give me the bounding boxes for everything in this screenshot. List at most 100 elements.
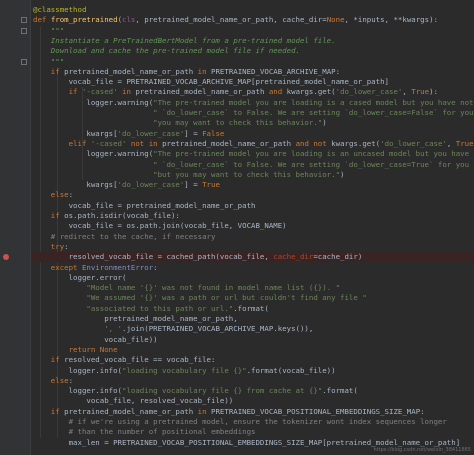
fold-toggle-icon[interactable] bbox=[21, 27, 27, 34]
code-line[interactable]: logger.warning("The pre-trained model yo… bbox=[33, 98, 474, 108]
code-line[interactable]: ', '.join(PRETRAINED_VOCAB_ARCHIVE_MAP.k… bbox=[33, 324, 313, 334]
code-token: "The pre-trained model you are loading i… bbox=[153, 149, 474, 159]
code-line[interactable]: else: bbox=[33, 376, 73, 386]
code-line[interactable]: except EnvironmentError: bbox=[33, 263, 158, 273]
code-token: Instantiate a PreTrainedBertModel from a… bbox=[33, 35, 336, 45]
code-token: pretrained_model_name_or_path bbox=[64, 66, 198, 76]
code-token: resolved_vocab_file == vocab_file: bbox=[64, 355, 216, 365]
code-token: pretrained_model_name_or_path, bbox=[33, 314, 238, 323]
code-token: logger.info( bbox=[33, 386, 122, 396]
code-line[interactable]: "you may want to check this behavior.") bbox=[33, 118, 327, 128]
code-token: os.path.isdir(vocab_file): bbox=[64, 211, 180, 220]
code-line[interactable]: vocab_file, resolved_vocab_file)) bbox=[33, 396, 233, 406]
code-token: ] = bbox=[184, 128, 203, 138]
code-line[interactable]: "but you may want to check this behavior… bbox=[33, 170, 344, 180]
code-line[interactable]: """ bbox=[33, 26, 64, 36]
code-line[interactable]: return None bbox=[33, 345, 118, 355]
code-line[interactable]: """ bbox=[33, 57, 64, 67]
fold-toggle-icon[interactable] bbox=[21, 17, 27, 24]
code-token: # if we're using a pretrained model, ens… bbox=[33, 417, 447, 426]
code-token: vocab_file = os.path.join(vocab_file, VO… bbox=[33, 221, 287, 231]
code-token: .format( bbox=[322, 386, 358, 396]
code-token: "but you may want to check this behavior… bbox=[33, 169, 341, 179]
code-line[interactable]: "We assumed '{}' was a path or url but c… bbox=[33, 293, 367, 303]
code-line[interactable]: elif '-cased' not in pretrained_model_na… bbox=[33, 139, 474, 149]
code-line[interactable]: Download and cache the pre-trained model… bbox=[33, 46, 300, 56]
code-line[interactable]: @classmethod bbox=[33, 5, 86, 15]
code-line[interactable]: if os.path.isdir(vocab_file): bbox=[33, 211, 180, 221]
code-token: "loading vocabulary file {} from cache a… bbox=[122, 386, 323, 396]
code-line[interactable]: if pretrained_model_name_or_path in PRET… bbox=[33, 407, 425, 417]
code-line[interactable]: # than the number of positional embeddin… bbox=[33, 427, 256, 437]
code-token: kwargs[ bbox=[33, 128, 118, 138]
code-line[interactable]: logger.warning("The pre-trained model yo… bbox=[33, 149, 474, 159]
code-token: in bbox=[122, 87, 136, 97]
code-token: "Model name '{}' was not found in model … bbox=[33, 283, 341, 293]
code-token: @classmethod bbox=[33, 5, 87, 14]
code-token: , pretrained_model_name_or_path, cache_d… bbox=[135, 15, 327, 25]
code-token: not in bbox=[130, 138, 163, 148]
code-line[interactable]: logger.error( bbox=[33, 273, 127, 283]
code-token: "We assumed '{}' was a path or url but c… bbox=[33, 293, 367, 303]
code-token: """ bbox=[33, 25, 65, 35]
code-token: except bbox=[33, 262, 82, 272]
code-line[interactable]: kwargs['do_lower_case'] = True bbox=[33, 180, 220, 190]
watermark-text: https://blog.csdn.net/weixin_38411865 bbox=[373, 447, 471, 453]
code-line[interactable]: " `do_lower_case` to False. We are setti… bbox=[33, 160, 474, 170]
code-token: , *inputs, **kwargs): bbox=[344, 15, 438, 25]
code-line[interactable]: logger.info("loading vocabulary file {}"… bbox=[33, 366, 336, 376]
code-line[interactable]: logger.info("loading vocabulary file {} … bbox=[33, 386, 358, 396]
code-token: # redirect to the cache, if necessary bbox=[33, 231, 216, 241]
code-line[interactable]: if '-cased' in pretrained_model_name_or_… bbox=[33, 87, 438, 97]
code-line-breakpoint[interactable]: resolved_vocab_file = cached_path(vocab_… bbox=[31, 252, 474, 263]
code-token: , bbox=[446, 138, 456, 148]
code-line[interactable]: def from_pretrained(cls, pretrained_mode… bbox=[33, 15, 438, 25]
code-token: vocab_file, resolved_vocab_file)) bbox=[33, 396, 234, 406]
line-gutter[interactable] bbox=[0, 0, 30, 455]
code-token: .join(PRETRAINED_VOCAB_ARCHIVE_MAP.keys(… bbox=[122, 324, 314, 334]
gutter-separator bbox=[30, 0, 31, 455]
code-token: '-cased' bbox=[81, 87, 122, 97]
code-line[interactable]: kwargs['do_lower_case'] = False bbox=[33, 129, 224, 139]
code-token: if bbox=[33, 66, 65, 76]
code-line[interactable]: Instantiate a PreTrainedBertModel from a… bbox=[33, 36, 336, 46]
code-editor[interactable]: @classmethod def from_pretrained(cls, pre… bbox=[0, 0, 474, 455]
code-line[interactable]: if pretrained_model_name_or_path in PRET… bbox=[33, 67, 340, 77]
code-line[interactable]: if resolved_vocab_file == vocab_file: bbox=[33, 355, 216, 365]
code-token: pretrained_model_name_or_path bbox=[64, 406, 198, 416]
code-token: ] = bbox=[184, 180, 203, 190]
code-token: ): bbox=[429, 87, 438, 97]
code-line[interactable]: vocab_file = PRETRAINED_VOCAB_ARCHIVE_MA… bbox=[33, 77, 389, 87]
code-line[interactable]: # if we're using a pretrained model, ens… bbox=[33, 417, 447, 427]
code-token: 'do_lower_case' bbox=[380, 138, 447, 148]
code-token: : bbox=[68, 375, 74, 385]
code-token: try bbox=[33, 241, 65, 251]
code-token: EnvironmentError bbox=[81, 262, 154, 272]
code-token: , bbox=[402, 87, 412, 97]
code-token: "you may want to check this behavior." bbox=[33, 118, 323, 128]
code-token: logger.warning( bbox=[33, 149, 154, 159]
code-line[interactable]: "associated to this path or url.".format… bbox=[33, 303, 268, 314]
code-line[interactable]: else: bbox=[33, 190, 73, 200]
code-line[interactable]: vocab_file)) bbox=[33, 335, 157, 345]
fold-toggle-icon[interactable] bbox=[21, 58, 27, 65]
code-line[interactable]: try: bbox=[33, 242, 69, 252]
code-token: PRETRAINED_VOCAB_POSITIONAL_EMBEDDINGS_S… bbox=[211, 406, 425, 416]
code-token: logger.warning( bbox=[33, 97, 154, 107]
code-token: def bbox=[33, 15, 51, 25]
code-token: pretrained_model_name_or_path bbox=[135, 87, 269, 97]
code-token: "associated to this path or url." bbox=[33, 303, 234, 313]
code-line[interactable]: # redirect to the cache, if necessary bbox=[33, 231, 216, 242]
code-token: "loading vocabulary file {}" bbox=[122, 365, 247, 375]
code-token: PRETRAINED_VOCAB_ARCHIVE_MAP: bbox=[211, 66, 341, 76]
code-line[interactable]: vocab_file = os.path.join(vocab_file, VO… bbox=[33, 221, 287, 231]
breakpoint-icon[interactable] bbox=[3, 254, 9, 261]
code-line[interactable]: "Model name '{}' was not found in model … bbox=[33, 283, 340, 293]
code-token: ', ' bbox=[33, 324, 122, 334]
code-line[interactable]: pretrained_model_name_or_path, bbox=[33, 314, 238, 324]
code-token: if bbox=[33, 211, 65, 220]
code-token: True bbox=[411, 87, 430, 97]
code-line[interactable]: " `do_lower_case` to False. We are setti… bbox=[33, 108, 474, 118]
code-line[interactable]: vocab_file = pretrained_model_name_or_pa… bbox=[33, 201, 256, 211]
code-token: True bbox=[455, 138, 474, 148]
